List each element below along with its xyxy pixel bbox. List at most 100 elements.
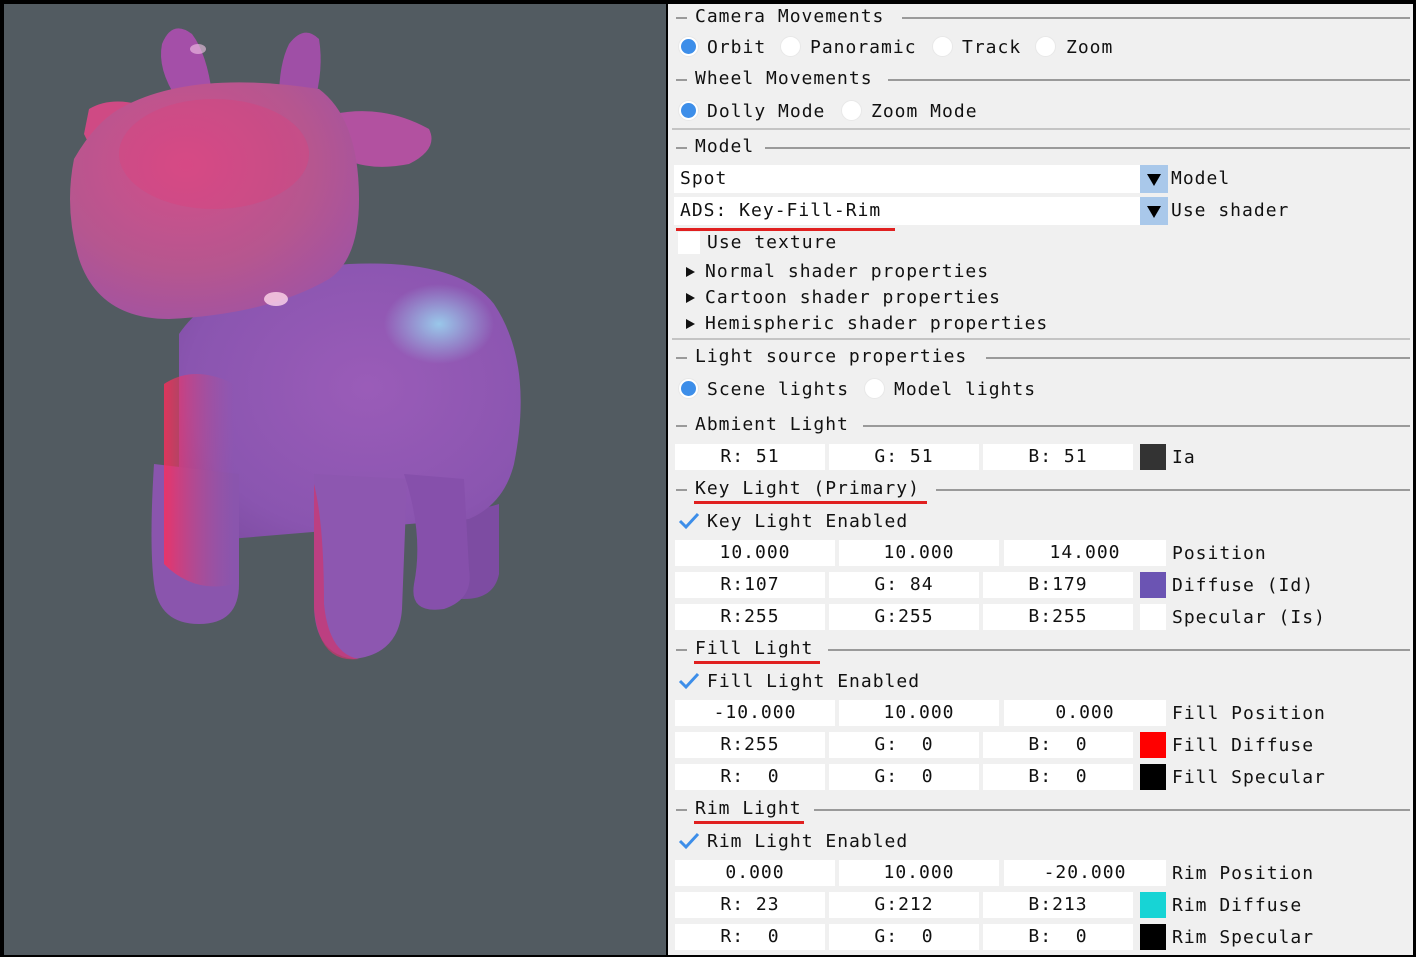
cow-model <box>70 28 521 660</box>
separator-line <box>676 17 687 19</box>
separator-line <box>863 425 1410 427</box>
fill-position-z-field[interactable]: 0.000 <box>1004 700 1166 726</box>
rim-diffuse-b-field[interactable]: B:213 <box>983 892 1133 918</box>
model-header: Model <box>695 136 755 157</box>
zoom-label[interactable]: Zoom <box>1066 36 1113 60</box>
key-position-label: Position <box>1172 543 1267 564</box>
wheel-movements-header: Wheel Movements <box>695 68 873 89</box>
use-texture-label[interactable]: Use texture <box>707 231 837 255</box>
separator-line <box>765 147 1410 149</box>
key-specular-g-field[interactable]: G:255 <box>829 604 979 630</box>
rim-position-y-field[interactable]: 10.000 <box>839 860 999 886</box>
checkmark-icon[interactable] <box>678 830 700 852</box>
orbit-label[interactable]: Orbit <box>707 36 766 60</box>
key-specular-label: Specular (Is) <box>1172 607 1326 628</box>
shader-select-label: Use shader <box>1171 200 1290 221</box>
key-diffuse-label: Diffuse (Id) <box>1172 575 1315 596</box>
separator-line <box>986 357 1410 359</box>
separator-line <box>676 357 687 359</box>
rim-specular-r-field[interactable]: R: 0 <box>675 924 825 950</box>
model-dropdown-arrow-icon[interactable] <box>1140 165 1168 193</box>
annotation-underline <box>694 821 804 824</box>
annotation-underline <box>694 501 927 504</box>
dolly-mode-label[interactable]: Dolly Mode <box>707 100 825 124</box>
fill-specular-r-field[interactable]: R: 0 <box>675 764 825 790</box>
rim-position-z-field[interactable]: -20.000 <box>1004 860 1166 886</box>
light-source-header: Light source properties <box>695 346 968 367</box>
separator-line <box>814 809 1410 811</box>
separator-line <box>676 489 687 491</box>
key-specular-b-field[interactable]: B:255 <box>983 604 1133 630</box>
key-position-z-field[interactable]: 14.000 <box>1004 540 1166 566</box>
fill-specular-b-field[interactable]: B: 0 <box>983 764 1133 790</box>
scene-lights-radio[interactable] <box>678 378 699 399</box>
rim-specular-b-field[interactable]: B: 0 <box>983 924 1133 950</box>
rim-diffuse-r-field[interactable]: R: 23 <box>675 892 825 918</box>
fill-specular-color-swatch[interactable] <box>1140 764 1166 790</box>
fill-specular-g-field[interactable]: G: 0 <box>829 764 979 790</box>
separator-line <box>676 809 687 811</box>
panoramic-radio[interactable] <box>780 36 801 57</box>
hemispheric-shader-properties-toggle[interactable]: Hemispheric shader properties <box>705 312 1048 336</box>
rim-specular-g-field[interactable]: G: 0 <box>829 924 979 950</box>
normal-shader-properties-toggle[interactable]: Normal shader properties <box>705 260 989 284</box>
use-texture-checkbox[interactable] <box>678 232 700 254</box>
properties-panel: Camera Movements Orbit Panoramic Track Z… <box>668 4 1413 955</box>
key-diffuse-r-field[interactable]: R:107 <box>675 572 825 598</box>
orbit-radio[interactable] <box>678 36 699 57</box>
model-select-label: Model <box>1171 168 1231 189</box>
rim-diffuse-color-swatch[interactable] <box>1140 892 1166 918</box>
zoom-mode-label[interactable]: Zoom Mode <box>871 100 978 124</box>
panoramic-label[interactable]: Panoramic <box>810 36 917 60</box>
fill-diffuse-r-field[interactable]: R:255 <box>675 732 825 758</box>
render-viewport[interactable] <box>4 4 666 955</box>
model-lights-radio[interactable] <box>864 378 885 399</box>
rim-position-x-field[interactable]: 0.000 <box>675 860 835 886</box>
dolly-mode-radio[interactable] <box>678 100 699 121</box>
checkmark-icon[interactable] <box>678 670 700 692</box>
cartoon-shader-properties-toggle[interactable]: Cartoon shader properties <box>705 286 1001 310</box>
separator-line <box>676 79 687 81</box>
separator-line <box>676 147 687 149</box>
ambient-color-swatch[interactable] <box>1140 444 1166 470</box>
key-diffuse-g-field[interactable]: G: 84 <box>829 572 979 598</box>
model-lights-label[interactable]: Model lights <box>894 378 1036 402</box>
scene-lights-label[interactable]: Scene lights <box>707 378 849 402</box>
model-select[interactable]: Spot <box>674 165 1140 193</box>
track-radio[interactable] <box>932 36 953 57</box>
rim-diffuse-label: Rim Diffuse <box>1172 895 1303 916</box>
ambient-label: Ia <box>1172 447 1196 468</box>
expand-arrow-icon[interactable] <box>686 267 695 277</box>
zoom-radio[interactable] <box>1035 36 1056 57</box>
expand-arrow-icon[interactable] <box>686 293 695 303</box>
shader-select[interactable]: ADS: Key-Fill-Rim <box>674 197 1140 225</box>
rim-specular-color-swatch[interactable] <box>1140 924 1166 950</box>
fill-position-x-field[interactable]: -10.000 <box>675 700 835 726</box>
fill-light-enabled-label[interactable]: Fill Light Enabled <box>707 670 920 694</box>
ambient-r-field[interactable]: R: 51 <box>675 444 825 470</box>
rim-diffuse-g-field[interactable]: G:212 <box>829 892 979 918</box>
rim-light-enabled-label[interactable]: Rim Light Enabled <box>707 830 908 854</box>
ambient-b-field[interactable]: B: 51 <box>983 444 1133 470</box>
separator-line <box>676 649 687 651</box>
expand-arrow-icon[interactable] <box>686 319 695 329</box>
key-specular-r-field[interactable]: R:255 <box>675 604 825 630</box>
key-specular-color-swatch[interactable] <box>1140 604 1166 630</box>
annotation-underline <box>694 661 820 664</box>
ambient-g-field[interactable]: G: 51 <box>829 444 979 470</box>
checkmark-icon[interactable] <box>678 510 700 532</box>
camera-movements-header: Camera Movements <box>695 6 885 27</box>
key-position-y-field[interactable]: 10.000 <box>839 540 999 566</box>
shader-dropdown-arrow-icon[interactable] <box>1140 197 1168 225</box>
key-diffuse-color-swatch[interactable] <box>1140 572 1166 598</box>
separator-line <box>936 489 1410 491</box>
key-diffuse-b-field[interactable]: B:179 <box>983 572 1133 598</box>
key-light-enabled-label[interactable]: Key Light Enabled <box>707 510 908 534</box>
fill-diffuse-b-field[interactable]: B: 0 <box>983 732 1133 758</box>
key-position-x-field[interactable]: 10.000 <box>675 540 835 566</box>
zoom-mode-radio[interactable] <box>841 100 862 121</box>
fill-diffuse-color-swatch[interactable] <box>1140 732 1166 758</box>
fill-position-y-field[interactable]: 10.000 <box>839 700 999 726</box>
fill-diffuse-g-field[interactable]: G: 0 <box>829 732 979 758</box>
track-label[interactable]: Track <box>962 36 1021 60</box>
